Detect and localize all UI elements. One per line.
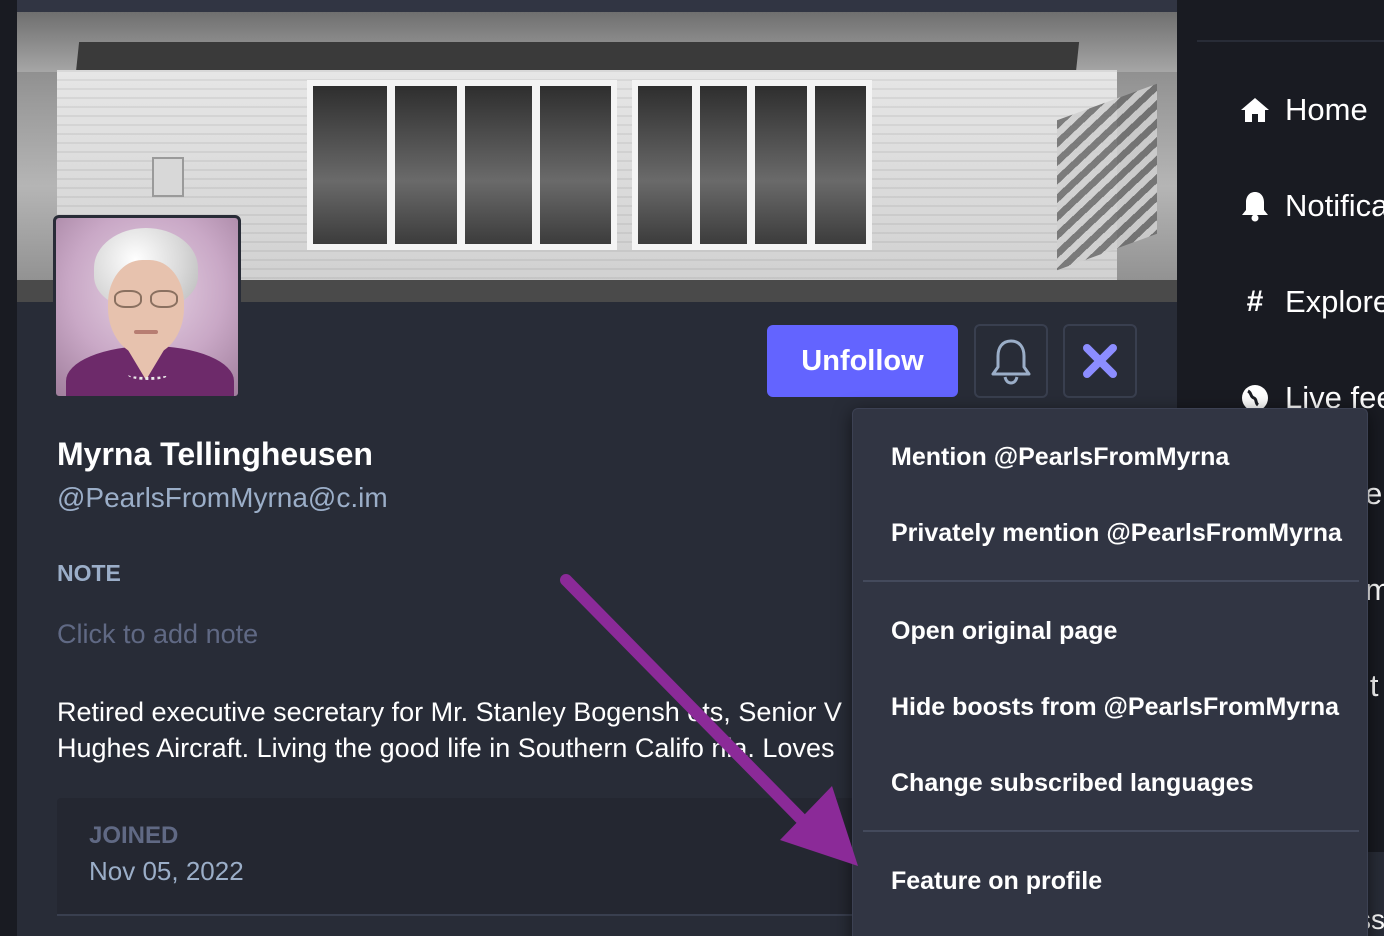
nav-item-label: Notifica xyxy=(1285,188,1384,223)
nav-item-home[interactable]: Home xyxy=(1239,90,1368,130)
nav-item-notifications[interactable]: Notifica xyxy=(1239,186,1384,226)
display-name: Myrna Tellingheusen xyxy=(57,436,373,472)
account-options-dropdown: Mention @PearlsFromMyrna Privately menti… xyxy=(852,408,1368,936)
bell-icon xyxy=(1239,190,1271,222)
header-strip xyxy=(17,0,1177,12)
menu-item-mention[interactable]: Mention @PearlsFromMyrna xyxy=(891,443,1229,472)
joined-label: JOINED xyxy=(89,822,179,849)
close-icon xyxy=(1083,344,1117,378)
home-icon xyxy=(1239,94,1271,126)
notify-button[interactable] xyxy=(974,324,1048,398)
menu-item-private-mention[interactable]: Privately mention @PearlsFromMyrna xyxy=(891,519,1342,548)
unfollow-button[interactable]: Unfollow xyxy=(767,325,958,397)
nav-item-explore[interactable]: # Explore xyxy=(1239,282,1384,322)
menu-separator xyxy=(863,830,1359,832)
joined-date: Nov 05, 2022 xyxy=(89,856,244,886)
menu-item-open-original[interactable]: Open original page xyxy=(891,617,1117,646)
nav-item-label: Explore xyxy=(1285,284,1384,319)
bell-icon xyxy=(991,339,1031,385)
divider xyxy=(1197,40,1384,42)
nav-item-label: Home xyxy=(1285,92,1368,127)
note-input[interactable]: Click to add note xyxy=(57,619,258,650)
avatar[interactable] xyxy=(53,215,241,399)
menu-item-feature-on-profile[interactable]: Feature on profile xyxy=(891,867,1102,896)
menu-separator xyxy=(863,580,1359,582)
menu-close-button[interactable] xyxy=(1063,324,1137,398)
hashtag-icon: # xyxy=(1246,285,1264,318)
menu-item-hide-boosts[interactable]: Hide boosts from @PearlsFromMyrna xyxy=(891,693,1339,722)
note-label: NOTE xyxy=(57,560,121,586)
menu-item-change-languages[interactable]: Change subscribed languages xyxy=(891,769,1254,798)
account-handle: @PearlsFromMyrna@c.im xyxy=(57,482,388,513)
left-gutter xyxy=(0,0,17,936)
